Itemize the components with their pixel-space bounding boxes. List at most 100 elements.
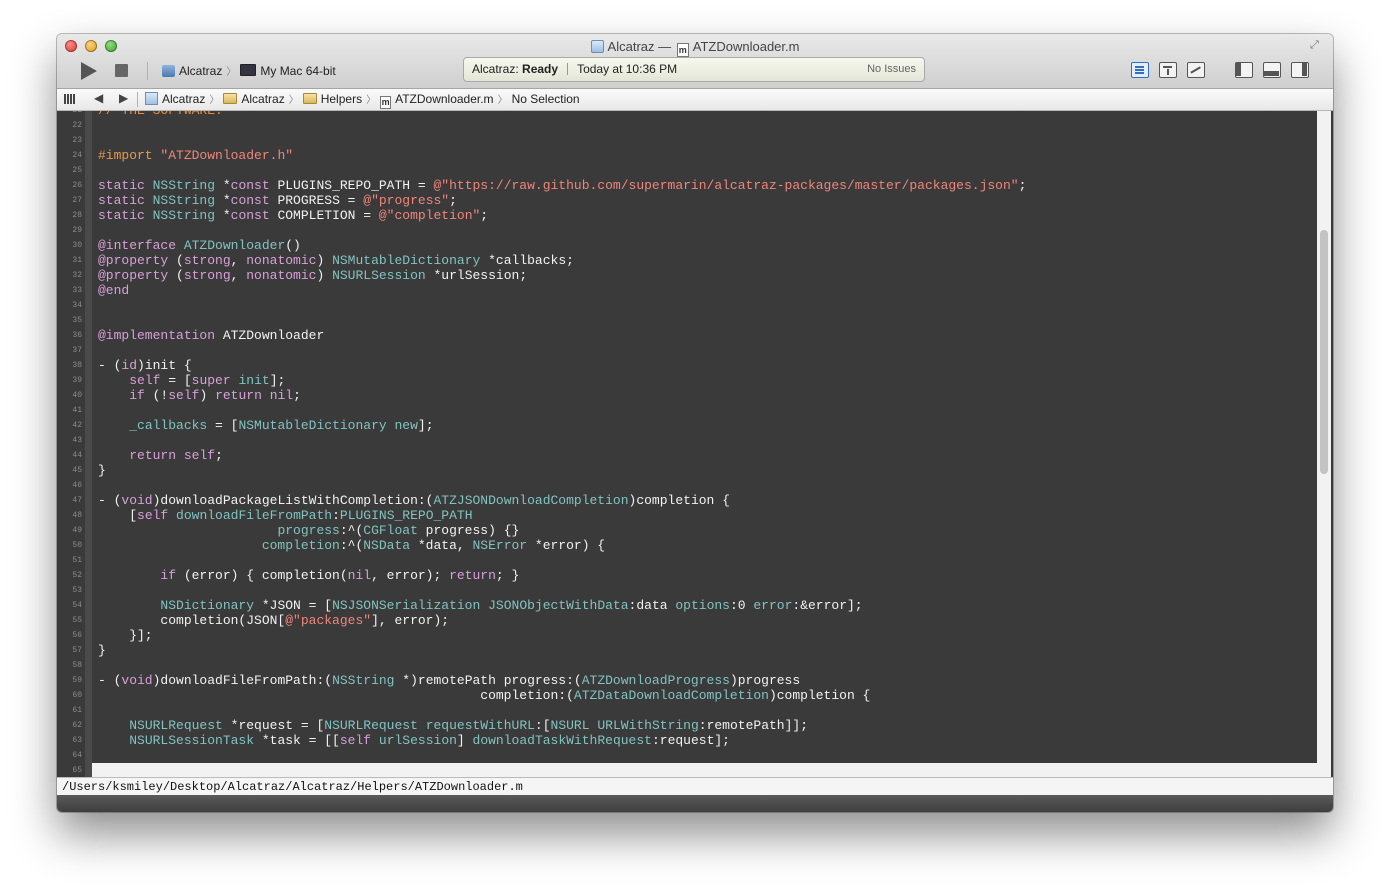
code-line[interactable]: 28 static NSString *const COMPLETION = @"…	[57, 208, 1319, 223]
related-items-icon[interactable]	[64, 94, 75, 104]
code-token: init	[238, 373, 270, 388]
code-token: NSMutableDictionary	[238, 418, 387, 433]
code-line[interactable]: 31 @property (strong, nonatomic) NSMutabl…	[57, 253, 1319, 268]
breadcrumb-file[interactable]: m ATZDownloader.m	[380, 92, 494, 109]
code-line[interactable]: 39 self = [super init];	[57, 373, 1319, 388]
vertical-scrollbar[interactable]	[1317, 111, 1331, 777]
code-token: PLUGINS_REPO_PATH =	[269, 178, 434, 193]
code-line[interactable]: 60 completion:(ATZDataDownloadCompletion…	[57, 688, 1319, 703]
code-line[interactable]: 59 - (void)downloadFileFromPath:(NSString…	[57, 673, 1319, 688]
assistant-editor-icon[interactable]	[1159, 62, 1177, 78]
breadcrumb-selection[interactable]: No Selection	[512, 92, 580, 106]
code-line[interactable]: 43	[57, 433, 1319, 448]
code-line[interactable]: 40 if (!self) return nil;	[57, 388, 1319, 403]
line-number: 56	[72, 631, 82, 640]
code-line[interactable]: 25	[57, 163, 1319, 178]
code-line[interactable]: 41	[57, 403, 1319, 418]
breadcrumb-group[interactable]: Alcatraz	[223, 92, 285, 106]
scheme-selector[interactable]: Alcatraz 〉 My Mac 64-bit	[162, 62, 336, 80]
code-token: progress	[277, 523, 340, 538]
forward-arrow-icon[interactable]: ▶	[119, 91, 128, 105]
code-token: strong	[183, 253, 231, 268]
code-line[interactable]: 44 return self;	[57, 448, 1319, 463]
code-token: )downloadPackageListWithCompletion:(	[152, 493, 434, 508]
code-line[interactable]: 30 @interface ATZDownloader()	[57, 238, 1319, 253]
code-token: ()	[285, 238, 301, 253]
utilities-toggle-icon[interactable]	[1291, 62, 1309, 78]
code-token: )completion {	[628, 493, 730, 508]
fullscreen-icon[interactable]: ⤢	[1310, 39, 1323, 52]
line-number: 54	[72, 601, 82, 610]
code-token: }];	[98, 628, 153, 643]
code-line[interactable]: 52 if (error) { completion(nil, error); …	[57, 568, 1319, 583]
debug-area-toggle-icon[interactable]	[1263, 62, 1281, 78]
code-line[interactable]: 55 completion(JSON[@"packages"], error);	[57, 613, 1319, 628]
code-line[interactable]: 27 static NSString *const PROGRESS = @"pr…	[57, 193, 1319, 208]
toolbar-divider	[147, 62, 148, 80]
code-line[interactable]: 35	[57, 313, 1319, 328]
code-line[interactable]: 24 #import "ATZDownloader.h"	[57, 148, 1319, 163]
code-line[interactable]: 45}	[57, 463, 1319, 478]
code-token: :	[332, 508, 340, 523]
activity-divider	[567, 63, 569, 75]
code-line[interactable]: 46	[57, 478, 1319, 493]
code-line[interactable]: 42 _callbacks = [NSMutableDictionary new…	[57, 418, 1319, 433]
code-line[interactable]: 51	[57, 553, 1319, 568]
code-line[interactable]: 63 NSURLSessionTask *task = [[self urlSe…	[57, 733, 1319, 748]
code-token: nonatomic	[246, 253, 317, 268]
line-number: 61	[72, 706, 82, 715]
code-line[interactable]: 47 - (void)downloadPackageListWithComplet…	[57, 493, 1319, 508]
code-line[interactable]: 21 // THE SOFTWARE.	[57, 111, 1319, 118]
code-line[interactable]: 58	[57, 658, 1319, 673]
code-token: PLUGINS_REPO_PATH	[339, 508, 473, 523]
editor-bottom-edge	[92, 763, 1317, 777]
code-token: self	[339, 733, 372, 748]
breadcrumb-folder[interactable]: Helpers	[302, 92, 362, 106]
code-line[interactable]: 33 @end	[57, 283, 1319, 298]
code-token: (error) { completion(	[176, 568, 348, 583]
line-number: 34	[72, 301, 82, 310]
line-number: 49	[72, 526, 82, 535]
line-number: 63	[72, 736, 82, 745]
code-line[interactable]: 57}	[57, 643, 1319, 658]
activity-issues[interactable]: No Issues	[867, 58, 916, 81]
code-line[interactable]: 36 @implementation ATZDownloader	[57, 328, 1319, 343]
code-line[interactable]: 49 progress:^(CGFloat progress) {}	[57, 523, 1319, 538]
line-number: 38	[72, 361, 82, 370]
run-button[interactable]	[81, 62, 97, 80]
line-number: 47	[72, 496, 82, 505]
code-token: *error) {	[527, 538, 606, 553]
code-text: - (void)downloadPackageListWithCompletio…	[98, 493, 730, 508]
stop-button[interactable]	[115, 64, 128, 77]
code-line[interactable]: 56 }];	[57, 628, 1319, 643]
code-line[interactable]: 23	[57, 133, 1319, 148]
version-editor-icon[interactable]	[1187, 62, 1205, 78]
code-line[interactable]: 37	[57, 343, 1319, 358]
navigator-toggle-icon[interactable]	[1235, 62, 1253, 78]
code-line[interactable]: 53	[57, 583, 1319, 598]
code-line[interactable]: 54 NSDictionary *JSON = [NSJSONSerializa…	[57, 598, 1319, 613]
code-line[interactable]: 34	[57, 298, 1319, 313]
code-line[interactable]: 32 @property (strong, nonatomic) NSURLSes…	[57, 268, 1319, 283]
breadcrumb-project[interactable]: Alcatraz	[145, 92, 205, 106]
code-line[interactable]: 48 [self downloadFileFromPath:PLUGINS_RE…	[57, 508, 1319, 523]
code-line[interactable]: 38 - (id)init {	[57, 358, 1319, 373]
code-line[interactable]: 61	[57, 703, 1319, 718]
standard-editor-icon[interactable]	[1131, 62, 1149, 78]
code-line[interactable]: 50 completion:^(NSData *data, NSError *e…	[57, 538, 1319, 553]
code-line[interactable]: 62 NSURLRequest *request = [NSURLRequest…	[57, 718, 1319, 733]
code-line[interactable]: 64	[57, 748, 1319, 763]
scrollbar-thumb[interactable]	[1320, 230, 1328, 474]
source-editor[interactable]: 21 // THE SOFTWARE. 22 23 24 #import "ATZDown…	[57, 111, 1333, 777]
back-arrow-icon[interactable]: ◀	[94, 91, 103, 105]
file-path-bar: /Users/ksmiley/Desktop/Alcatraz/Alcatraz…	[57, 777, 1333, 795]
code-line[interactable]: 29	[57, 223, 1319, 238]
line-number: 25	[72, 166, 82, 175]
code-token: nonatomic	[246, 268, 317, 283]
code-line[interactable]: 22	[57, 118, 1319, 133]
code-text: completion:(ATZDataDownloadCompletion)co…	[98, 688, 870, 703]
code-line[interactable]: 26 static NSString *const PLUGINS_REPO_PA…	[57, 178, 1319, 193]
